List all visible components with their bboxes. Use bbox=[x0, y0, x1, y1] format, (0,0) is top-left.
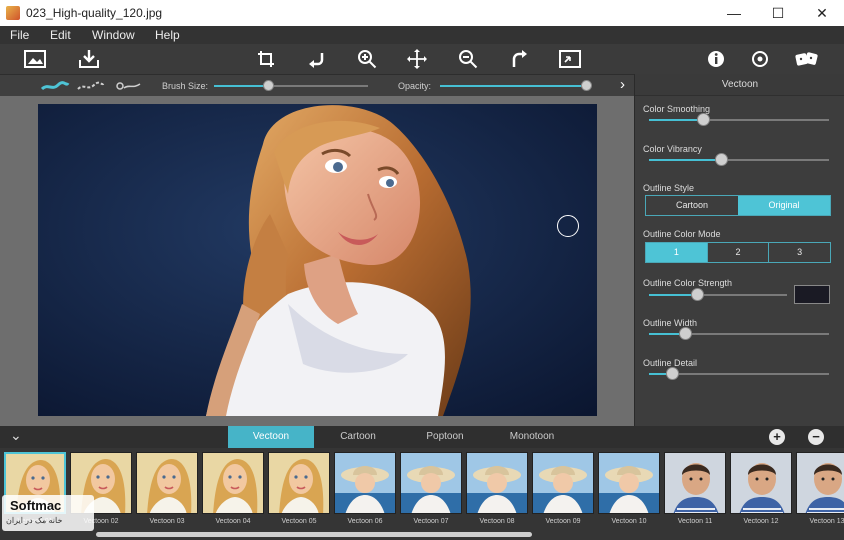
preset-thumbnail-caption: Vectoon 05 bbox=[281, 518, 317, 525]
color-smoothing-fill bbox=[649, 119, 703, 121]
opacity-label: Opacity: bbox=[398, 81, 432, 91]
color-vibrancy-slider-handle[interactable] bbox=[714, 153, 728, 166]
panel-title: Vectoon bbox=[635, 74, 844, 96]
opacity-fill bbox=[440, 85, 586, 87]
preset-thumbnail[interactable] bbox=[268, 452, 330, 514]
zoom-in-icon[interactable] bbox=[355, 47, 379, 71]
brush-size-fill bbox=[214, 85, 268, 87]
watermark-tagline: خانه مک در ایران bbox=[6, 516, 63, 525]
outline-color-mode-2[interactable]: 2 bbox=[706, 243, 769, 262]
settings-panel: Vectoon Color Smoothing Color Vibrancy O… bbox=[634, 74, 844, 426]
dice-icon[interactable] bbox=[795, 47, 819, 71]
brush-cursor-circle bbox=[557, 215, 579, 237]
crop-icon[interactable] bbox=[254, 47, 278, 71]
outline-detail-slider-handle[interactable] bbox=[665, 367, 679, 380]
preset-thumbnail[interactable] bbox=[202, 452, 264, 514]
preset-thumbnail[interactable] bbox=[664, 452, 726, 514]
preset-thumbnail-caption: Vectoon 11 bbox=[677, 518, 713, 525]
brush-options-bar: Brush Size: Opacity: › bbox=[0, 74, 634, 96]
tab-poptoon[interactable]: Poptoon bbox=[402, 426, 488, 448]
preset-thumbnail-caption: Vectoon 04 bbox=[215, 518, 251, 525]
outline-style-label: Outline Style bbox=[643, 183, 695, 193]
color-smoothing-label: Color Smoothing bbox=[643, 104, 711, 114]
preset-thumbnail-caption: Vectoon 07 bbox=[413, 518, 449, 525]
settings-icon[interactable] bbox=[748, 47, 772, 71]
outline-color-strength-slider-handle[interactable] bbox=[690, 288, 704, 301]
outline-color-swatch[interactable] bbox=[794, 285, 830, 304]
preset-thumbnail[interactable] bbox=[598, 452, 660, 514]
add-preset-button[interactable]: + bbox=[769, 429, 785, 445]
menu-window[interactable]: Window bbox=[92, 28, 135, 42]
expand-arrow-icon[interactable]: › bbox=[620, 76, 625, 93]
color-smoothing-slider-handle[interactable] bbox=[696, 113, 710, 126]
preset-thumbnail[interactable] bbox=[334, 452, 396, 514]
brush-style-1-icon[interactable] bbox=[40, 77, 70, 95]
save-icon[interactable] bbox=[77, 47, 101, 71]
brush-style-3-icon[interactable] bbox=[114, 77, 144, 95]
preset-thumbnail-caption: Vectoon 06 bbox=[347, 518, 383, 525]
outline-color-mode-label: Outline Color Mode bbox=[643, 229, 721, 239]
preset-tab-bar: ⌄ Vectoon Cartoon Poptoon Monotoon + − bbox=[0, 426, 844, 448]
preset-thumbnail[interactable] bbox=[466, 452, 528, 514]
image-canvas[interactable] bbox=[38, 104, 597, 416]
menu-file[interactable]: File bbox=[10, 28, 29, 42]
undo-icon[interactable] bbox=[305, 47, 329, 71]
menu-bar: File Edit Window Help bbox=[0, 26, 844, 44]
preset-thumbnail-caption: Vectoon 12 bbox=[743, 518, 779, 525]
collapse-chevron-icon[interactable]: ⌄ bbox=[10, 427, 22, 444]
brush-style-2-icon[interactable] bbox=[76, 77, 106, 95]
preset-thumbnail-strip: Vectoon 01Vectoon 02Vectoon 03Vectoon 04… bbox=[0, 448, 844, 540]
watermark-logo: Softmac خانه مک در ایران bbox=[2, 495, 94, 531]
preset-thumbnail[interactable] bbox=[796, 452, 844, 514]
outline-color-mode-3[interactable]: 3 bbox=[768, 243, 830, 262]
outline-width-label: Outline Width bbox=[643, 318, 698, 328]
opacity-slider-handle[interactable] bbox=[580, 80, 592, 91]
watermark-brand: Softmac bbox=[10, 498, 62, 513]
zoom-out-icon[interactable] bbox=[456, 47, 480, 71]
outline-color-mode-1[interactable]: 1 bbox=[646, 243, 707, 262]
preset-thumbnail-caption: Vectoon 09 bbox=[545, 518, 581, 525]
outline-style-cartoon[interactable]: Cartoon bbox=[646, 196, 738, 215]
maximize-button[interactable]: ☐ bbox=[756, 0, 800, 26]
canvas-area bbox=[0, 96, 634, 426]
close-button[interactable]: ✕ bbox=[800, 0, 844, 26]
main-toolbar bbox=[0, 44, 844, 74]
outline-color-mode-toggle: 1 2 3 bbox=[645, 242, 831, 263]
preset-thumbnail-caption: Vectoon 10 bbox=[611, 518, 647, 525]
remove-preset-button[interactable]: − bbox=[808, 429, 824, 445]
tab-vectoon[interactable]: Vectoon bbox=[228, 426, 314, 448]
redo-icon[interactable] bbox=[507, 47, 531, 71]
tab-monotoon[interactable]: Monotoon bbox=[489, 426, 575, 448]
thumbnail-scrollbar[interactable] bbox=[96, 532, 532, 537]
outline-color-strength-fill bbox=[649, 294, 697, 296]
fit-icon[interactable] bbox=[558, 47, 582, 71]
outline-color-strength-label: Outline Color Strength bbox=[643, 278, 733, 288]
preset-thumbnail[interactable] bbox=[730, 452, 792, 514]
image-icon[interactable] bbox=[23, 47, 47, 71]
outline-width-slider-handle[interactable] bbox=[678, 327, 692, 340]
info-icon[interactable] bbox=[704, 47, 728, 71]
color-vibrancy-fill bbox=[649, 159, 721, 161]
outline-style-toggle: Cartoon Original bbox=[645, 195, 831, 216]
window-title: 023_High-quality_120.jpg bbox=[26, 6, 163, 20]
preset-thumbnail-caption: Vectoon 13 bbox=[809, 518, 844, 525]
move-icon[interactable] bbox=[405, 47, 429, 71]
outline-style-original[interactable]: Original bbox=[738, 196, 830, 215]
title-bar: 023_High-quality_120.jpg — ☐ ✕ bbox=[0, 0, 844, 26]
tab-cartoon[interactable]: Cartoon bbox=[315, 426, 401, 448]
preset-thumbnail[interactable] bbox=[136, 452, 198, 514]
menu-help[interactable]: Help bbox=[155, 28, 180, 42]
brush-size-slider-handle[interactable] bbox=[262, 80, 274, 91]
preset-thumbnail[interactable] bbox=[400, 452, 462, 514]
brush-size-label: Brush Size: bbox=[162, 81, 209, 91]
cartoonized-portrait bbox=[38, 104, 597, 416]
preset-thumbnail[interactable] bbox=[532, 452, 594, 514]
app-icon bbox=[6, 6, 20, 20]
menu-edit[interactable]: Edit bbox=[50, 28, 71, 42]
app-window: 023_High-quality_120.jpg — ☐ ✕ File Edit… bbox=[0, 0, 844, 540]
preset-thumbnail-caption: Vectoon 08 bbox=[479, 518, 515, 525]
color-vibrancy-label: Color Vibrancy bbox=[643, 144, 702, 154]
preset-thumbnail-caption: Vectoon 03 bbox=[149, 518, 185, 525]
minimize-button[interactable]: — bbox=[712, 0, 756, 26]
